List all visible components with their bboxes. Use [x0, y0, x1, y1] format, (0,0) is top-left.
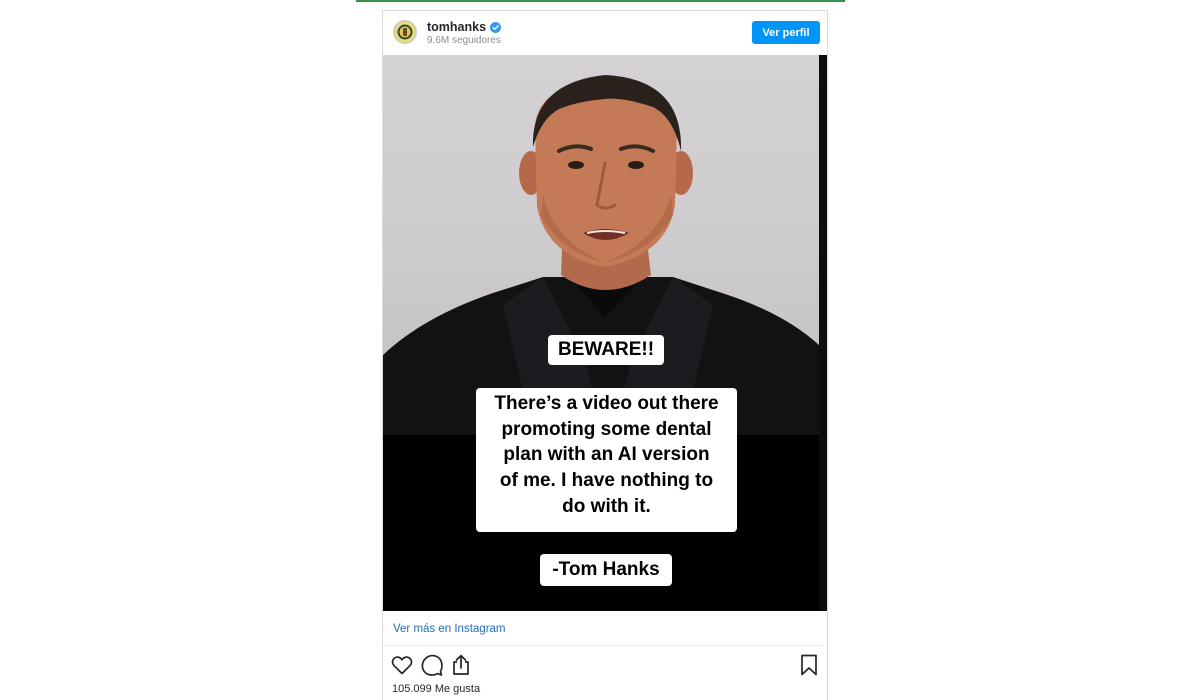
top-accent-line — [356, 0, 845, 2]
view-profile-button[interactable]: Ver perfil — [752, 21, 820, 44]
username[interactable]: tomhanks — [427, 20, 486, 34]
post-header: tomhanks 9.6M seguidores Ver perfil — [383, 11, 827, 55]
caption-panel-message: There’s a video out there promoting some… — [476, 388, 737, 532]
image-right-edge — [819, 55, 827, 611]
comment-icon[interactable] — [420, 653, 444, 677]
footer-divider — [383, 645, 827, 646]
like-count: 105.099 Me gusta — [392, 683, 481, 695]
avatar-emblem-icon — [394, 21, 416, 43]
verified-badge-icon — [490, 21, 502, 33]
portrait-illustration — [383, 75, 827, 435]
post-image[interactable]: BEWARE!! There’s a video out there promo… — [383, 55, 827, 611]
heart-icon[interactable] — [390, 653, 414, 677]
caption-panel-signature: -Tom Hanks — [540, 554, 672, 586]
action-bar — [383, 653, 827, 679]
caption-panel-beware: BEWARE!! — [548, 335, 664, 365]
instagram-embed-card: tomhanks 9.6M seguidores Ver perfil BEWA… — [382, 10, 828, 700]
share-icon[interactable] — [449, 653, 473, 677]
avatar[interactable] — [393, 20, 417, 44]
bookmark-icon[interactable] — [797, 653, 821, 677]
username-row: tomhanks — [427, 19, 502, 35]
view-more-instagram-link[interactable]: Ver más en Instagram — [393, 623, 506, 635]
follower-count: 9.6M seguidores — [427, 35, 501, 46]
